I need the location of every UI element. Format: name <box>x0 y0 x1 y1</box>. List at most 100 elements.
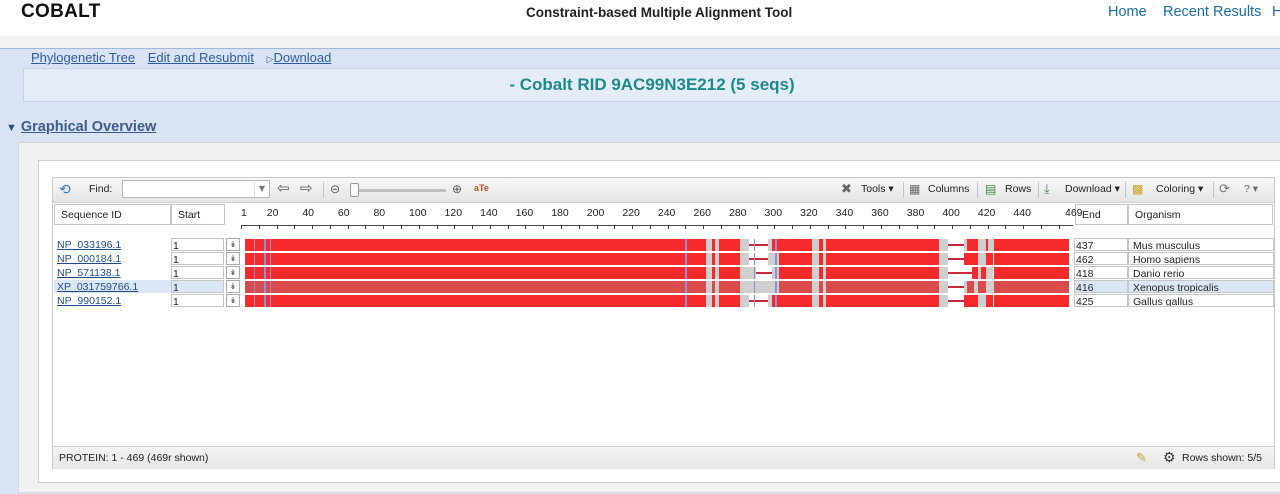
zoom-out-icon[interactable]: ⊝ <box>330 183 340 195</box>
col-header-start[interactable]: Start <box>171 204 225 225</box>
phylogenetic-tree-link[interactable]: Phylogenetic Tree <box>31 50 135 65</box>
ruler-tick-mark <box>489 225 491 229</box>
chevron-down-icon[interactable]: ▼ <box>254 181 269 197</box>
alignment-track[interactable] <box>245 295 1071 307</box>
alignment-row[interactable]: NP_000184.1 1 ↡ 462 Homo sapiens <box>53 252 1274 266</box>
alignment-marker <box>775 239 777 251</box>
nav-recent-results[interactable]: Recent Results <box>1163 4 1261 20</box>
alignment-marker <box>253 253 256 265</box>
alignment-block-unaligned <box>739 253 749 265</box>
alignment-track[interactable] <box>245 281 1071 293</box>
alignment-row[interactable]: XP_031759766.1 1 ↡ 416 Xenopus tropicalis <box>53 280 1274 294</box>
alignment-block-unaligned <box>938 295 948 307</box>
nav-home[interactable]: Home <box>1108 4 1147 20</box>
sequence-id-link[interactable]: NP_990152.1 <box>54 294 173 307</box>
ruler-tick-mark <box>667 225 669 229</box>
ruler-tick-label: 120 <box>444 207 463 219</box>
alignment-block-conserved <box>826 267 939 279</box>
ruler-tick-label: 469 <box>1065 207 1083 219</box>
alignment-block-unaligned <box>986 267 994 279</box>
status-range: PROTEIN: 1 - 469 (469r shown) <box>59 452 209 464</box>
help-icon[interactable]: ? ▾ <box>1244 183 1258 195</box>
alignment-marker <box>685 253 687 265</box>
left-arrow-icon[interactable]: ⇦ <box>277 181 290 196</box>
organism-cell: Gallus gallus <box>1128 294 1274 307</box>
ruler-tick-mark <box>258 225 260 229</box>
sequence-id-link[interactable]: NP_000184.1 <box>54 252 173 265</box>
alignment-gap <box>947 272 973 274</box>
sequence-id-link[interactable]: NP_033196.1 <box>54 238 173 251</box>
expand-row-icon[interactable]: ↡ <box>226 294 240 307</box>
alignment-block-conserved <box>977 281 987 293</box>
alignment-block-conserved <box>245 239 707 251</box>
expand-row-icon[interactable]: ↡ <box>226 238 240 251</box>
ruler-tick-mark <box>969 225 971 229</box>
wand-icon[interactable]: ✎ <box>1136 451 1147 464</box>
download-link[interactable]: Download <box>273 50 331 65</box>
alignment-block-unaligned <box>977 253 987 265</box>
alignment-row[interactable]: NP_571138.1 1 ↡ 418 Danio rerio <box>53 266 1274 280</box>
columns-icon: ▦ <box>909 182 921 196</box>
expand-row-icon[interactable]: ↡ <box>226 266 240 279</box>
undo-icon[interactable]: ⟲ <box>59 182 71 196</box>
sequence-id-link[interactable]: NP_571138.1 <box>54 266 173 279</box>
alignment-marker <box>253 281 256 293</box>
sequence-id-link[interactable]: XP_031759766.1 <box>54 280 173 293</box>
tools-menu[interactable]: Tools ▾ <box>861 183 894 195</box>
alignment-track[interactable] <box>245 253 1071 265</box>
ruler-tick-mark <box>649 225 651 229</box>
alignment-track[interactable] <box>245 267 1071 279</box>
zoom-slider-track[interactable] <box>350 189 446 192</box>
ruler-tick-mark <box>241 225 242 229</box>
alignment-block-conserved <box>826 253 939 265</box>
col-header-organism[interactable]: Organism <box>1128 204 1273 225</box>
alignment-track[interactable] <box>245 239 1071 251</box>
expand-row-icon[interactable]: ↡ <box>226 252 240 265</box>
alignment-gap <box>748 300 769 302</box>
alignment-block-unaligned <box>977 295 987 307</box>
zoom-in-icon[interactable]: ⊕ <box>452 183 462 195</box>
alignment-marker <box>264 239 266 251</box>
position-ruler: 1 20 40 60 80 100 120 140 160 180 200 220 240 260 280 3… <box>241 204 1083 229</box>
ruler-tick-mark <box>685 225 687 229</box>
end-cell: 418 <box>1074 266 1128 279</box>
expand-row-icon[interactable]: ↡ <box>226 280 240 293</box>
alignment-gap <box>748 258 769 260</box>
ruler-tick-mark <box>578 225 580 229</box>
graphical-overview-toggle[interactable]: ▼ Graphical Overview <box>6 119 156 135</box>
ruler-tick-label: 240 <box>657 207 676 219</box>
ruler-tick-label: 60 <box>337 207 350 219</box>
alignment-block-conserved <box>826 239 939 251</box>
gear-icon[interactable]: ⚙ <box>1163 450 1176 464</box>
alignment-row[interactable]: NP_990152.1 1 ↡ 425 Gallus gallus <box>53 294 1274 308</box>
alignment-gap <box>748 244 769 246</box>
right-arrow-icon[interactable]: ⇨ <box>300 181 313 196</box>
alignment-marker <box>753 239 756 251</box>
find-input[interactable]: ▼ <box>122 180 270 198</box>
nav-help[interactable]: H <box>1272 4 1280 20</box>
ruler-tick-mark <box>472 225 474 229</box>
alignment-row[interactable]: NP_033196.1 1 ↡ 437 Mus musculus <box>53 238 1274 252</box>
fit-icon[interactable]: aTe <box>474 184 489 193</box>
coloring-menu[interactable]: Coloring ▾ <box>1156 183 1203 195</box>
header: COBALT Constraint-based Multiple Alignme… <box>0 0 1280 36</box>
columns-button[interactable]: Columns <box>928 183 969 195</box>
alignment-marker <box>685 281 687 293</box>
col-header-sequence-id[interactable]: Sequence ID <box>54 204 171 225</box>
alignment-block-conserved <box>245 295 707 307</box>
ruler-tick-mark <box>543 225 545 229</box>
rows-button[interactable]: Rows <box>1005 183 1031 195</box>
zoom-slider-handle[interactable] <box>350 183 359 197</box>
alignment-gap <box>947 286 964 288</box>
alignment-marker <box>269 253 272 265</box>
alignment-block-conserved <box>963 253 978 265</box>
ruler-tick-label: 140 <box>480 207 498 219</box>
alignment-block-conserved <box>778 239 813 251</box>
end-cell: 437 <box>1074 238 1128 251</box>
ruler-tick-mark <box>507 225 509 229</box>
organism-cell: Mus musculus <box>1128 238 1274 251</box>
refresh-icon[interactable]: ⟳ <box>1219 182 1230 195</box>
tools-label: Tools <box>861 183 886 195</box>
download-menu[interactable]: Download ▾ <box>1065 183 1120 195</box>
edit-resubmit-link[interactable]: Edit and Resubmit <box>148 50 254 65</box>
